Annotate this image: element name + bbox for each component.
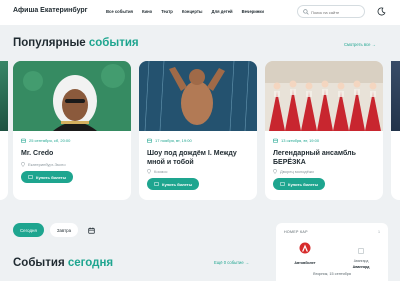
- site-logo[interactable]: Афиша Екатеринбург: [13, 7, 88, 14]
- event-card[interactable]: 17 ноября, вт, 19:00 Шоу под дождём I. М…: [139, 61, 257, 200]
- broken-image-icon: [358, 248, 364, 254]
- tab-today[interactable]: Сегодня: [13, 223, 44, 237]
- calendar-icon: [273, 138, 278, 143]
- see-more-today-link[interactable]: Ещё 0 событие →: [214, 260, 249, 265]
- nav-item-parties[interactable]: Вечеринки: [242, 9, 264, 14]
- buy-tickets-button[interactable]: Купить билеты: [273, 178, 326, 190]
- event-image-mr-credo[interactable]: [13, 61, 131, 131]
- today-events-title: События сегодня: [13, 257, 113, 269]
- event-date: 25 сентября, сб, 20:00: [21, 138, 70, 143]
- event-date: 13 октября, вт, 19:00: [273, 138, 319, 143]
- partner-avangard[interactable]: Авангард Авангард: [346, 241, 376, 269]
- event-title[interactable]: Mr. Credo: [21, 149, 127, 158]
- calendar-icon: [21, 138, 26, 143]
- main-nav: Все события Кино Театр Концерты Для дете…: [106, 9, 273, 14]
- search-icon: [303, 9, 309, 15]
- cinema-widget-heading: НОМЕР КАР: [284, 230, 308, 234]
- moon-icon[interactable]: [377, 7, 386, 16]
- next-card-edge[interactable]: [391, 61, 400, 200]
- nav-item-theatre[interactable]: Театр: [161, 9, 173, 14]
- ticket-icon: [280, 182, 285, 186]
- event-place: Екатеринбург-Экспо: [21, 162, 66, 167]
- popular-events-title: Популярные события: [13, 37, 139, 49]
- event-place-text: Екатеринбург-Экспо: [28, 162, 66, 167]
- event-date-text: 17 ноября, вт, 19:00: [155, 138, 192, 143]
- event-title[interactable]: Легендарный ансамбль БЕРЁЗКА: [273, 149, 379, 167]
- cinema-date: Вторник, 15 сентября: [313, 272, 351, 276]
- previous-card-edge[interactable]: [0, 61, 8, 200]
- ticket-icon: [28, 175, 33, 179]
- event-date-text: 25 сентября, сб, 20:00: [29, 138, 71, 143]
- location-pin-icon: [21, 162, 25, 167]
- partner-name: Автовбилет: [294, 261, 316, 265]
- date-picker-button[interactable]: [84, 223, 98, 237]
- event-card[interactable]: 13 октября, вт, 19:00 Легендарный ансамб…: [265, 61, 383, 200]
- buy-tickets-button[interactable]: Купить билеты: [21, 171, 74, 183]
- today-title-accent: сегодня: [67, 257, 114, 269]
- buy-tickets-label: Купить билеты: [162, 181, 193, 187]
- today-title-main: События: [13, 257, 65, 269]
- search-box[interactable]: [297, 5, 365, 18]
- event-place-text: Дворец молодёжи: [280, 169, 314, 174]
- buy-tickets-label: Купить билеты: [288, 181, 319, 187]
- partner-avtovbilet[interactable]: Автовбилет: [290, 241, 320, 265]
- tab-tomorrow[interactable]: Завтра: [49, 223, 79, 237]
- search-input[interactable]: [311, 8, 363, 16]
- ticket-icon: [154, 182, 159, 186]
- calendar-icon: [147, 138, 152, 143]
- buy-tickets-button[interactable]: Купить билеты: [147, 178, 200, 190]
- event-image-beryozka[interactable]: [265, 61, 383, 131]
- event-date: 17 ноября, вт, 19:00: [147, 138, 192, 143]
- nav-item-cinema[interactable]: Кино: [142, 9, 152, 14]
- nav-item-concerts[interactable]: Концерты: [182, 9, 203, 14]
- event-image-rain-show[interactable]: [139, 61, 257, 131]
- event-place: Дворец молодёжи: [273, 169, 314, 174]
- event-place-text: Космос: [154, 169, 168, 174]
- partner-image-alt: Авангард: [353, 259, 369, 263]
- event-title[interactable]: Шоу под дождём I. Между мной и тобой: [147, 149, 253, 167]
- nav-item-kids[interactable]: Для детей: [212, 9, 233, 14]
- location-pin-icon: [273, 169, 277, 174]
- ad-marker: 1: [378, 230, 380, 234]
- partner-logo-icon: [299, 242, 311, 254]
- location-pin-icon: [147, 169, 151, 174]
- popular-title-accent: события: [88, 37, 139, 49]
- partner-name: Авангард: [352, 265, 370, 269]
- buy-tickets-label: Купить билеты: [36, 174, 67, 180]
- event-place: Космос: [147, 169, 168, 174]
- site-header: Афиша Екатеринбург Все события Кино Теат…: [0, 0, 400, 25]
- cinema-widget: НОМЕР КАР 1 Автовбилет Авангард Авангард…: [276, 223, 388, 281]
- nav-item-all-events[interactable]: Все события: [106, 9, 133, 14]
- calendar-icon: [87, 227, 95, 234]
- event-card[interactable]: 25 сентября, сб, 20:00 Mr. Credo Екатери…: [13, 61, 131, 200]
- day-tabs: Сегодня Завтра: [13, 223, 98, 237]
- see-all-popular-link[interactable]: Смотреть все →: [344, 42, 376, 47]
- event-date-text: 13 октября, вт, 19:00: [281, 138, 320, 143]
- popular-title-main: Популярные: [13, 37, 86, 49]
